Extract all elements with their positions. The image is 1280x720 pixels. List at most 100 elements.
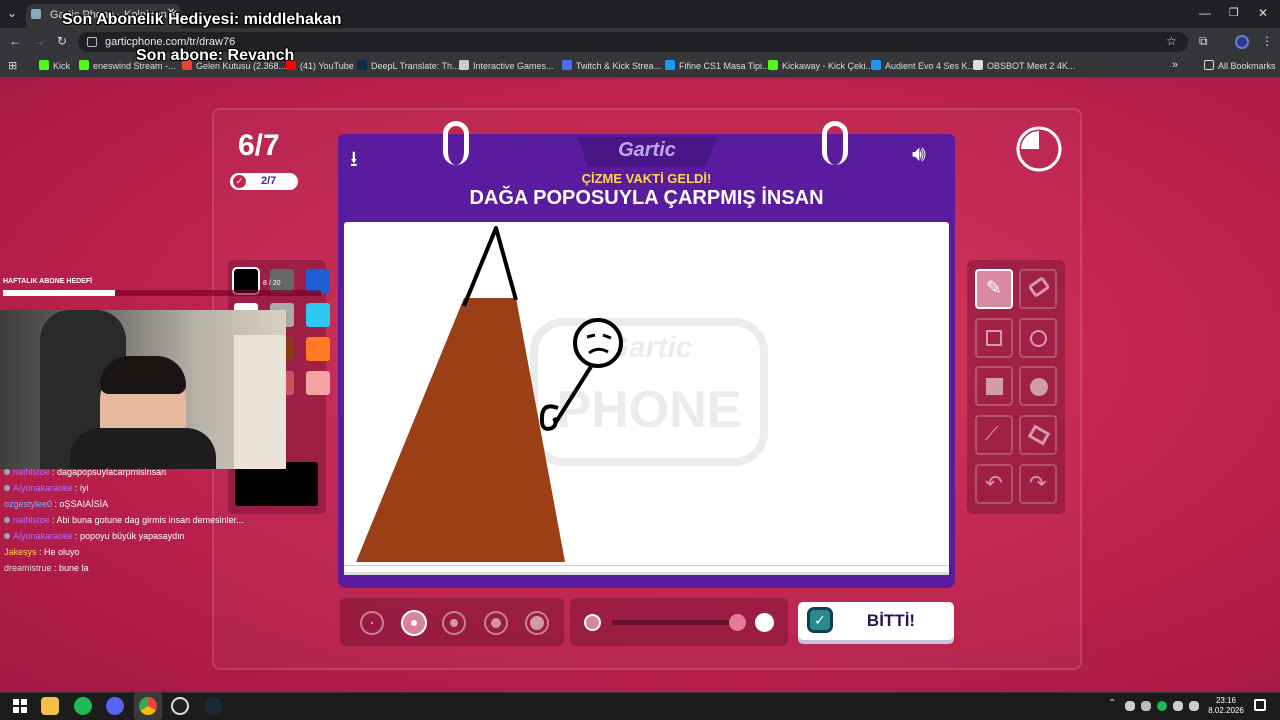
volume-icon[interactable]: 🔊︎ (912, 141, 926, 167)
volume-tray-icon[interactable] (1173, 701, 1183, 711)
profile-avatar[interactable] (1235, 35, 1249, 49)
clock[interactable]: 23:16 8.02.2026 (1204, 696, 1248, 716)
chat-message: Alyonakaraoke : popoyu büyük yapasaydın (4, 531, 185, 541)
site-info-icon[interactable] (87, 37, 97, 47)
opacity-high-icon (755, 613, 774, 632)
redo-button[interactable]: ↷ (1019, 464, 1057, 504)
bookmark-item[interactable]: Interactive Games... (459, 60, 554, 71)
ellipse-tool-button[interactable] (1019, 318, 1057, 358)
chat-badge-icon (4, 533, 10, 539)
watermark-logo: Gartic PHONE (530, 318, 768, 466)
bookmark-item[interactable]: Audient Evo 4 Ses K... (871, 60, 975, 71)
window-close-icon[interactable]: ✕ (1258, 6, 1268, 20)
rectangle-fill-icon (986, 378, 1003, 395)
tab-favicon-icon (31, 9, 41, 19)
filled-ellipse-tool-button[interactable] (1019, 366, 1057, 406)
bookmark-item[interactable]: OBSBOT Meet 2 4K... (973, 60, 1075, 71)
extensions-icon[interactable]: ⧉ (1199, 34, 1208, 49)
chat-username[interactable]: dreamistrue (4, 563, 52, 573)
line-tool-button[interactable]: ⟋ (975, 415, 1013, 455)
svg-text:PHONE: PHONE (557, 381, 742, 439)
chat-username[interactable]: nathlstoe (13, 515, 50, 525)
chat-username[interactable]: ozgestylee0 (4, 499, 52, 509)
brush-size-1[interactable] (360, 611, 384, 635)
chat-badge-icon (4, 517, 10, 523)
pen-tool-button[interactable]: ✎ (975, 269, 1013, 309)
chat-username[interactable]: nathlstoe (13, 467, 50, 477)
spotify-icon[interactable] (74, 697, 92, 715)
undo-button[interactable]: ↶ (975, 464, 1013, 504)
check-icon: ✓ (233, 175, 246, 188)
chat-message: Alyonakaraoke : iyi (4, 483, 89, 493)
chrome-icon[interactable] (139, 697, 157, 715)
chat-username[interactable]: Alyonakaraoke (13, 531, 73, 541)
start-icon[interactable] (13, 699, 27, 713)
done-button[interactable]: ✓ BİTTİ! (798, 602, 954, 640)
color-swatch[interactable] (306, 371, 330, 395)
back-icon[interactable]: ← (9, 34, 21, 48)
bookmark-item[interactable]: Fifine CS1 Masa Tipi... (665, 60, 770, 71)
redo-icon: ↷ (1029, 472, 1047, 495)
timer-icon (1016, 126, 1062, 172)
all-bookmarks[interactable]: All Bookmarks (1204, 60, 1276, 71)
color-swatch[interactable] (306, 337, 330, 361)
brush-size-3[interactable] (442, 611, 466, 635)
rectangle-outline-icon (986, 330, 1002, 346)
reload-icon[interactable]: ↻ (57, 34, 67, 48)
bookmark-item[interactable]: Kickaway - Kick Çeki... (768, 60, 873, 71)
done-counter: 2/7 (261, 175, 277, 187)
chat-text: : iyi (72, 483, 89, 493)
rectangle-tool-button[interactable] (975, 318, 1013, 358)
eraser-icon (1027, 276, 1051, 298)
tray-icon[interactable] (1125, 701, 1135, 711)
brush-size-4[interactable] (484, 611, 508, 635)
chat-badge-icon (4, 485, 10, 491)
chat-username[interactable]: Alyonakaraoke (13, 483, 73, 493)
binder-ring-right (822, 121, 848, 165)
chat-text: : popoyu büyük yapasaydın (72, 531, 185, 541)
network-tray-icon[interactable] (1189, 701, 1199, 711)
bookmark-item[interactable]: Twitch & Kick Strea... (562, 60, 661, 71)
steam-icon[interactable] (204, 697, 222, 715)
brush-size-2-selected[interactable] (401, 610, 427, 636)
prompt-heading: ÇİZME VAKTİ GELDİ! (581, 171, 712, 186)
more-bookmarks-icon[interactable]: » (1172, 59, 1178, 71)
tray-overflow-icon[interactable]: ⌃ (1108, 698, 1116, 709)
mountain-peak-outline (462, 226, 518, 307)
last-gift-overlay: Son Abonelik Hediyesi: middlehakan (62, 11, 342, 28)
brush-size-5[interactable] (525, 611, 549, 635)
opacity-slider-thumb[interactable] (729, 614, 746, 631)
restore-icon[interactable]: ❐ (1229, 6, 1239, 19)
round-counter: 6/7 (238, 129, 280, 162)
pen-icon: ✎ (986, 278, 1002, 299)
tray-icon[interactable] (1141, 701, 1151, 711)
bookmark-star-icon[interactable]: ☆ (1166, 34, 1177, 48)
filled-rectangle-tool-button[interactable] (975, 366, 1013, 406)
bookmark-item[interactable]: Kick (39, 60, 70, 71)
opacity-slider-track[interactable] (612, 620, 740, 625)
menu-icon[interactable]: ⋮ (1261, 34, 1273, 48)
forward-icon[interactable]: → (33, 34, 45, 48)
minimize-icon[interactable]: — (1199, 6, 1211, 20)
chat-username[interactable]: Jakesys (4, 547, 37, 557)
fill-tool-button[interactable] (1019, 415, 1057, 455)
color-swatch[interactable] (306, 303, 330, 327)
streamer-shirt (70, 428, 216, 469)
spotify-tray-icon[interactable] (1157, 701, 1167, 711)
bookmark-item[interactable]: (41) YouTube (286, 60, 354, 71)
tab-search-icon[interactable]: ⌄ (7, 6, 17, 20)
circle-outline-icon (1030, 330, 1047, 347)
file-explorer-icon[interactable] (41, 697, 59, 715)
last-sub-overlay: Son abone: Revanch (136, 47, 295, 64)
drawing-canvas[interactable]: Gartic PHONE (344, 222, 949, 572)
eraser-tool-button[interactable] (1019, 269, 1057, 309)
notification-icon[interactable] (1254, 699, 1266, 711)
apps-grid-icon[interactable]: ⊞ (8, 59, 17, 72)
clock-time: 23:16 (1215, 696, 1237, 705)
gartic-logo: Gartic (618, 139, 676, 161)
binder-ring-left (443, 121, 469, 165)
discord-icon[interactable] (106, 697, 124, 715)
obs-icon[interactable] (171, 697, 189, 715)
sub-goal-bar (3, 290, 321, 296)
bookmark-item[interactable]: DeepL Translate: Th... (357, 60, 460, 71)
